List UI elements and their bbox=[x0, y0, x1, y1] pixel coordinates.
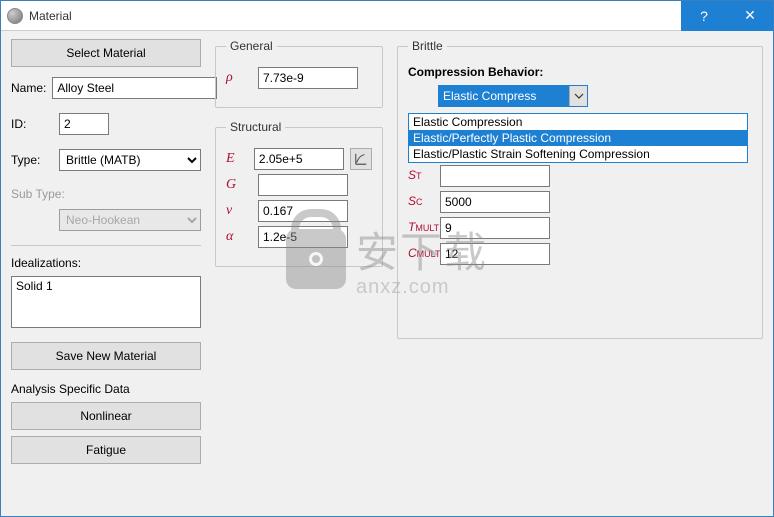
structural-group: Structural E G ν α bbox=[215, 120, 383, 267]
name-label: Name: bbox=[11, 81, 46, 95]
alpha-input[interactable] bbox=[258, 226, 348, 248]
save-new-material-button[interactable]: Save New Material bbox=[11, 342, 201, 370]
close-icon: ✕ bbox=[744, 7, 756, 24]
help-button[interactable]: ? bbox=[681, 1, 727, 31]
select-material-button[interactable]: Select Material bbox=[11, 39, 201, 67]
compression-behavior-label: Compression Behavior: bbox=[408, 65, 752, 79]
tmult-symbol: TMULT bbox=[408, 220, 434, 236]
curve-icon bbox=[354, 152, 368, 166]
brittle-group: Brittle Compression Behavior: Elastic Co… bbox=[397, 39, 763, 339]
tmult-input[interactable] bbox=[440, 217, 550, 239]
general-legend: General bbox=[226, 39, 277, 53]
type-label: Type: bbox=[11, 153, 53, 167]
e-curve-button[interactable] bbox=[350, 148, 372, 170]
idealizations-list[interactable]: Solid 1 bbox=[11, 276, 201, 328]
compression-behavior-option[interactable]: Elastic Compression bbox=[409, 114, 747, 130]
compression-behavior-dropdown[interactable]: Elastic CompressionElastic/Perfectly Pla… bbox=[408, 113, 748, 163]
dialog-body: Select Material Name: ID: Type: Brittle … bbox=[1, 31, 773, 516]
right-panel: Brittle Compression Behavior: Elastic Co… bbox=[389, 33, 771, 514]
divider bbox=[11, 245, 201, 246]
left-panel: Select Material Name: ID: Type: Brittle … bbox=[3, 33, 209, 514]
subtype-select: Neo-Hookean bbox=[59, 209, 201, 231]
g-symbol: G bbox=[226, 177, 252, 193]
e-input[interactable] bbox=[254, 148, 344, 170]
window-title: Material bbox=[29, 9, 681, 23]
structural-legend: Structural bbox=[226, 120, 285, 134]
close-button[interactable]: ✕ bbox=[727, 1, 773, 31]
chevron-down-icon bbox=[569, 86, 587, 106]
compression-behavior-selected: Elastic Compress bbox=[439, 86, 569, 106]
id-input[interactable] bbox=[59, 113, 109, 135]
subtype-label: Sub Type: bbox=[11, 187, 65, 201]
nu-symbol: ν bbox=[226, 203, 252, 219]
help-icon: ? bbox=[700, 8, 708, 24]
compression-behavior-option[interactable]: Elastic/Plastic Strain Softening Compres… bbox=[409, 146, 747, 162]
material-window: Material ? ✕ Select Material Name: ID: T… bbox=[0, 0, 774, 517]
app-icon bbox=[7, 8, 23, 24]
type-select[interactable]: Brittle (MATB) bbox=[59, 149, 201, 171]
analysis-specific-label: Analysis Specific Data bbox=[11, 382, 201, 396]
middle-panel: General ρ Structural E G bbox=[209, 33, 389, 514]
g-input[interactable] bbox=[258, 174, 348, 196]
cmult-symbol: CMULT bbox=[408, 246, 434, 262]
fatigue-button[interactable]: Fatigue bbox=[11, 436, 201, 464]
e-symbol: E bbox=[226, 151, 248, 167]
alpha-symbol: α bbox=[226, 229, 252, 245]
id-label: ID: bbox=[11, 117, 53, 131]
rho-symbol: ρ bbox=[226, 70, 252, 86]
st-input[interactable] bbox=[440, 165, 550, 187]
nu-input[interactable] bbox=[258, 200, 348, 222]
titlebar: Material ? ✕ bbox=[1, 1, 773, 31]
sc-input[interactable] bbox=[440, 191, 550, 213]
rho-input[interactable] bbox=[258, 67, 358, 89]
nonlinear-button[interactable]: Nonlinear bbox=[11, 402, 201, 430]
st-symbol: ST bbox=[408, 168, 434, 184]
brittle-legend: Brittle bbox=[408, 39, 447, 53]
compression-behavior-select[interactable]: Elastic Compress bbox=[438, 85, 588, 107]
cmult-input[interactable] bbox=[440, 243, 550, 265]
name-input[interactable] bbox=[52, 77, 217, 99]
idealizations-label: Idealizations: bbox=[11, 256, 201, 270]
compression-behavior-option[interactable]: Elastic/Perfectly Plastic Compression bbox=[409, 130, 747, 146]
sc-symbol: SC bbox=[408, 194, 434, 210]
general-group: General ρ bbox=[215, 39, 383, 108]
